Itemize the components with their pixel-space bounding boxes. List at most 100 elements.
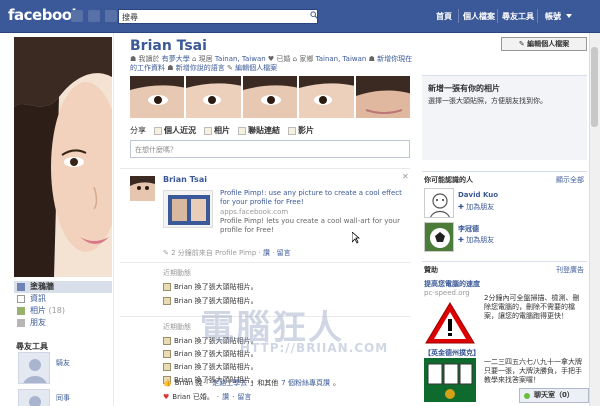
chat-bar[interactable]: 聊天室（0）: [519, 388, 589, 403]
search-input[interactable]: 搜尋: [118, 9, 318, 24]
sidebar-item-info[interactable]: 資訊: [14, 293, 112, 305]
chevron-down-icon[interactable]: [566, 14, 572, 18]
mouse-cursor-icon: [351, 231, 361, 246]
photo-thumbnail[interactable]: [130, 76, 185, 118]
comment-link[interactable]: 留言: [277, 249, 291, 257]
friend-avatar[interactable]: [18, 352, 50, 384]
page-link[interactable]: 走路上學去: [212, 378, 247, 388]
feed-divider: [120, 168, 410, 169]
chat-label: 聊天室（0）: [534, 391, 574, 399]
notifications-icon[interactable]: [105, 10, 117, 22]
friend-category-label[interactable]: 同事: [56, 393, 70, 403]
attachment-title-link[interactable]: Profile Pimp!: use any picture to create…: [220, 189, 405, 207]
share-photo-tab[interactable]: 相片: [204, 125, 230, 136]
profile-info-line-2: 的工作資料 ☗ 新增你說的語言 ✎ 編輯個人檔案: [130, 63, 277, 73]
photo-thumbnail[interactable]: [355, 76, 411, 118]
add-friend-link[interactable]: ✚ 加為朋友: [458, 202, 494, 212]
search-icon[interactable]: [309, 10, 318, 23]
photo-thumbnail[interactable]: [242, 76, 298, 118]
post-author-name[interactable]: Brian Tsai: [163, 175, 207, 184]
share-label: 分享: [130, 126, 146, 135]
photos-count: (18): [48, 306, 65, 315]
friend-avatar[interactable]: [18, 389, 50, 406]
nav-find-friends[interactable]: 尋友工具: [502, 11, 534, 22]
edit-profile-link[interactable]: 編輯個人檔案: [235, 64, 277, 72]
scrollbar-thumb[interactable]: [591, 47, 598, 127]
create-ad-link[interactable]: 刊登廣告: [556, 265, 584, 275]
add-work-link[interactable]: 的工作資料: [130, 64, 165, 72]
status-input[interactable]: 在想什麼嗎？: [130, 140, 410, 158]
pymk-avatar[interactable]: [424, 188, 454, 218]
sidebar-item-label: 資訊: [30, 294, 46, 303]
hometown-link[interactable]: Tainan, Taiwan: [316, 55, 367, 63]
language-icon: ☗: [167, 64, 174, 72]
tab-label: 聯貼連結: [248, 126, 280, 135]
share-video-tab[interactable]: 影片: [288, 125, 314, 136]
school-icon: ☗: [130, 55, 137, 63]
photo-thumbnail[interactable]: [186, 76, 241, 118]
ad-description: 2分鐘內可全盤掃描、檢測、刪除您電腦的，刪除不需要的檔案，讓您的電腦跑得更快！: [484, 294, 580, 320]
sidebar-item-friends[interactable]: 朋友: [14, 317, 112, 329]
sidebar-item-photos[interactable]: 相片 (18): [14, 305, 112, 317]
attachment-url: apps.facebook.com: [220, 208, 289, 216]
heart-icon: ♥: [163, 393, 170, 401]
pymk-person-name[interactable]: David Kuo: [458, 191, 498, 199]
ad-image[interactable]: [424, 300, 476, 346]
profile-photo-icon: [163, 350, 171, 358]
pymk-title: 你可能認識的人: [424, 176, 473, 184]
ad-title-link[interactable]: 提高您電腦的速度: [424, 279, 480, 289]
right-divider: [422, 171, 587, 172]
nav-profile[interactable]: 個人檔案: [463, 11, 495, 22]
tab-label: 個人近況: [164, 126, 196, 135]
profile-photo-icon: [163, 363, 171, 371]
ad-image[interactable]: [424, 358, 476, 402]
edit-profile-button[interactable]: ✎ 編輯個人檔案: [501, 37, 587, 51]
pymk-person-name[interactable]: 李冠德: [458, 224, 479, 234]
friend-category-label[interactable]: 騎友: [56, 358, 70, 368]
pymk-avatar[interactable]: [424, 222, 454, 252]
close-icon[interactable]: ✕: [402, 172, 409, 181]
pages-link[interactable]: 7 個粉絲專頁讚: [281, 378, 330, 388]
profile-photo-icon: [163, 297, 171, 305]
watermark-url: HTTP://BRIIAN.COM: [240, 341, 389, 355]
share-status-tab[interactable]: 個人近況: [154, 125, 196, 136]
comment-link[interactable]: 留言: [237, 392, 251, 402]
sidebar-item-label: 朋友: [30, 318, 46, 327]
like-link[interactable]: 讚: [222, 392, 229, 402]
add-photo-title: 新增一張有你的相片: [428, 84, 500, 93]
ads-title: 贊助: [424, 266, 438, 274]
profile-name[interactable]: Brian Tsai: [130, 38, 207, 54]
school-link[interactable]: 有夢大學: [162, 55, 190, 63]
post-author-avatar[interactable]: [130, 176, 155, 201]
relationship-text: 已婚: [276, 55, 291, 63]
profile-picture[interactable]: [14, 37, 112, 277]
nav-account[interactable]: 帳號: [545, 11, 561, 22]
add-friend-icon: ✚: [458, 203, 464, 211]
sidebar-item-label: 塗鴉牆: [30, 282, 54, 291]
add-language-link[interactable]: 新增你說的語言: [176, 64, 225, 72]
share-link-tab[interactable]: 聯貼連結: [238, 125, 280, 136]
sidebar-item-wall[interactable]: 塗鴉牆: [14, 281, 112, 293]
add-photo-prompt[interactable]: 新增一張有你的相片 選擇一張大頭貼照，方便朋友找到你。: [422, 75, 587, 160]
edit-profile-label: 編輯個人檔案: [527, 40, 570, 48]
pymk-show-all-link[interactable]: 顯示全部: [556, 175, 584, 185]
post-timestamp: 2 分鐘前來自 Profile Pimp: [171, 249, 257, 257]
recent-activity-item: ♥ Brian 已婚。 · 讚 · 留言: [163, 392, 252, 402]
add-work-link[interactable]: 新增你現在: [377, 55, 412, 63]
attachment-thumbnail[interactable]: [163, 190, 213, 228]
recent-activity-item: Brian 換了張大頭貼相片。: [163, 362, 258, 372]
city-link[interactable]: Tainan, Taiwan: [215, 55, 266, 63]
messages-icon[interactable]: [88, 10, 100, 22]
ad-title-link[interactable]: 【英金德州撲克】: [424, 348, 480, 358]
like-link[interactable]: 讚: [263, 249, 270, 257]
info-text: 我讀於: [138, 55, 160, 63]
recent-activity-title: 近期動態: [163, 269, 191, 277]
add-friend-link[interactable]: ✚ 加為朋友: [458, 235, 494, 245]
photo-thumbnail[interactable]: [299, 76, 354, 118]
app-icon: ✎: [163, 249, 169, 257]
friend-requests-icon[interactable]: [71, 10, 83, 22]
profile-sidebar-menu: 塗鴉牆 資訊 相片 (18) 朋友: [14, 281, 112, 329]
nav-home[interactable]: 首頁: [436, 11, 452, 22]
home-icon: ⌂: [292, 55, 298, 63]
notification-jewels: [71, 10, 117, 22]
